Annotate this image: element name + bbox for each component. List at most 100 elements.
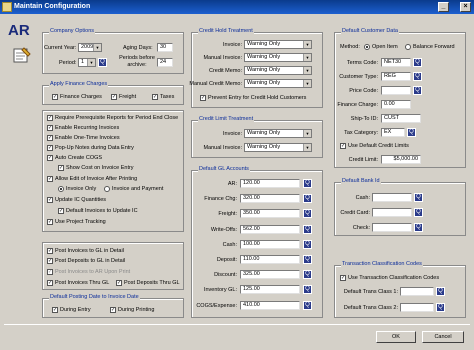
tax-category-input[interactable]: EX [381, 128, 405, 137]
gl-account-input[interactable]: 320.00 [240, 194, 300, 204]
invoice-and-payment-radio[interactable]: Invoice and Payment [104, 185, 163, 193]
customer-type-input[interactable]: REG [381, 72, 411, 81]
prevent-entry-checkbox[interactable]: ✓ Prevent Entry for Credit Hold Customers [200, 94, 306, 102]
gl-account-input[interactable]: 125.00 [240, 285, 300, 295]
taxes-checkbox[interactable]: ✓ Taxes [152, 93, 174, 101]
bank-credit-card-input[interactable] [372, 208, 412, 217]
periods-before-archive-input[interactable]: 24 [157, 58, 173, 67]
bank-check-label: Check: [352, 225, 370, 231]
during-printing-checkbox[interactable]: ✓ During Printing [110, 306, 154, 314]
enable-recurring-checkbox[interactable]: ✓ Enable Recurring Invoices [47, 124, 119, 132]
default-bank-legend: Default Bank Id [341, 178, 381, 184]
allow-edit-checkbox[interactable]: ✓ Allow Edit of Invoice After Printing [47, 175, 137, 183]
finance-charge-input[interactable]: 0.00 [381, 100, 411, 109]
credit-limit-manual-invoice-label: Manual Invoice: [203, 145, 242, 151]
gl-account-label: Freight: [218, 211, 237, 218]
gl-account-lookup-button[interactable]: Q [303, 179, 312, 188]
credit-hold-invoice-select[interactable]: Warning Only ▼ [244, 40, 312, 49]
gl-account-input[interactable]: 410.00 [240, 300, 300, 310]
gl-account-input[interactable]: 100.00 [240, 239, 300, 249]
gl-account-label: COGS/Expense: [196, 302, 237, 309]
post-deposits-thru-gl-checkbox[interactable]: ✓ Post Deposits Thru GL [116, 279, 180, 287]
gl-account-input[interactable]: 120.00 [240, 179, 300, 188]
cancel-button[interactable]: Cancel [422, 331, 464, 343]
gl-account-input[interactable]: 562.00 [240, 224, 300, 234]
gl-account-lookup-button[interactable]: Q [303, 224, 312, 234]
open-item-radio[interactable]: Open Item [364, 43, 398, 51]
trans-class-legend: Transaction Classification Codes [341, 261, 423, 267]
gl-account-label: Finance Chg: [204, 196, 237, 203]
trans-class-1-lookup-button[interactable]: Q [436, 287, 445, 296]
invoice-only-radio[interactable]: Invoice Only [58, 185, 96, 193]
default-invoices-ic-checkbox[interactable]: ✓ Default Invoices to Update IC [58, 207, 138, 215]
credit-limit-label: Credit Limit: [348, 157, 378, 163]
bank-check-input[interactable] [372, 223, 412, 232]
credit-hold-manual-invoice-select[interactable]: Warning Only ▼ [244, 53, 312, 62]
gl-account-input[interactable]: 350.00 [240, 209, 300, 219]
post-deposits-gl-checkbox[interactable]: ✓ Post Deposits to GL in Detail [47, 257, 125, 265]
terms-code-label: Terms Code: [346, 60, 378, 66]
enable-one-time-checkbox[interactable]: ✓ Enable One-Time Invoices [47, 134, 120, 142]
credit-limit-invoice-select[interactable]: Warning Only ▼ [244, 129, 312, 138]
tax-category-lookup-button[interactable]: Q [407, 128, 416, 137]
gl-account-lookup-button[interactable]: Q [303, 255, 312, 264]
ship-to-label: Ship-To ID: [350, 116, 378, 122]
close-button[interactable]: × [460, 2, 471, 12]
finance-charges-checkbox[interactable]: ✓ Finance Charges [52, 93, 102, 101]
credit-limit-input[interactable]: $5,000.00 [381, 155, 421, 164]
gl-account-lookup-button[interactable]: Q [303, 285, 312, 295]
gl-account-lookup-button[interactable]: Q [303, 239, 312, 249]
use-trans-class-checkbox[interactable]: ✓ Use Transaction Classification Codes [340, 274, 439, 282]
current-year-select[interactable]: 2009 ▼ [78, 43, 102, 52]
credit-limit-manual-invoice-select[interactable]: Warning Only ▼ [244, 143, 312, 152]
gl-account-input[interactable]: 110.00 [240, 255, 300, 264]
bank-cash-input[interactable] [372, 193, 412, 202]
post-invoices-thru-gl-checkbox[interactable]: ✓ Post Invoices Thru GL [47, 279, 109, 287]
ship-to-input[interactable]: CUST [381, 114, 421, 123]
bank-credit-card-lookup-button[interactable]: Q [414, 208, 423, 217]
credit-hold-legend: Credit Hold Treatment [198, 28, 254, 34]
bottom-divider [4, 324, 470, 325]
gl-account-input[interactable]: 325.00 [240, 270, 300, 280]
use-default-credit-checkbox[interactable]: ✓ Use Default Credit Limits [340, 142, 409, 150]
use-project-checkbox[interactable]: ✓ Use Project Tracking [47, 218, 106, 226]
terms-code-lookup-button[interactable]: Q [413, 58, 422, 67]
post-invoices-ar-checkbox[interactable]: ✓ Post Invoices to AR Upon Print [47, 268, 130, 276]
trans-class-1-input[interactable] [400, 287, 434, 296]
post-invoices-gl-checkbox[interactable]: ✓ Post Invoices to GL in Detail [47, 247, 124, 255]
minimize-button[interactable]: _ [438, 2, 449, 12]
credit-limit-group: Credit Limit Treatment [191, 116, 323, 158]
update-ic-checkbox[interactable]: ✓ Update IC Quantities [47, 196, 106, 204]
trans-class-2-input[interactable] [400, 303, 434, 312]
gl-account-lookup-button[interactable]: Q [303, 209, 312, 219]
gl-account-lookup-button[interactable]: Q [303, 270, 312, 280]
bank-check-lookup-button[interactable]: Q [414, 223, 423, 232]
popup-notes-checkbox[interactable]: ✓ Pop-Up Notes during Data Entry [47, 144, 134, 152]
period-lookup-button[interactable]: Q [98, 58, 107, 67]
price-code-lookup-button[interactable]: Q [413, 86, 422, 95]
during-entry-checkbox[interactable]: ✓ During Entry [52, 306, 91, 314]
price-code-input[interactable] [381, 86, 411, 95]
credit-hold-manual-credit-memo-label: Manual Credit Memo: [189, 81, 242, 87]
gl-account-lookup-button[interactable]: Q [303, 194, 312, 204]
credit-hold-invoice-label: Invoice: [223, 42, 242, 48]
gl-account-lookup-button[interactable]: Q [303, 300, 312, 310]
require-prereq-checkbox[interactable]: ✓ Require Prerequisite Reports for Period… [47, 114, 178, 122]
terms-code-input[interactable]: NET30 [381, 58, 411, 67]
credit-hold-credit-memo-label: Credit Memo: [208, 68, 242, 74]
credit-hold-credit-memo-select[interactable]: Warning Only ▼ [244, 66, 312, 75]
aging-days-label: Aging Days: [123, 45, 153, 51]
aging-days-input[interactable]: 30 [157, 43, 173, 52]
credit-hold-manual-credit-memo-select[interactable]: Warning Only ▼ [244, 79, 312, 88]
freight-checkbox[interactable]: ✓ Freight [111, 93, 136, 101]
bank-cash-lookup-button[interactable]: Q [414, 193, 423, 202]
trans-class-2-label: Default Trans Class 2: [343, 305, 398, 311]
period-select[interactable]: 1 ▼ [78, 58, 96, 67]
show-cost-checkbox[interactable]: ✓ Show Cost on Invoice Entry [58, 164, 134, 172]
balance-forward-radio[interactable]: Balance Forward [405, 43, 455, 51]
tax-category-label: Tax Category: [344, 130, 378, 136]
auto-create-cogs-checkbox[interactable]: ✓ Auto Create COGS [47, 154, 102, 162]
trans-class-2-lookup-button[interactable]: Q [436, 303, 445, 312]
ok-button[interactable]: OK [376, 331, 416, 343]
customer-type-lookup-button[interactable]: Q [413, 72, 422, 81]
